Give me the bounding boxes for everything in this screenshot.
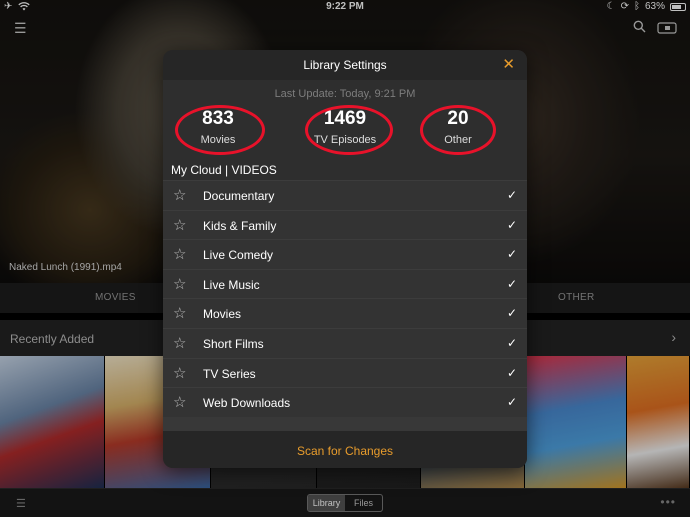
folder-label: Movies bbox=[203, 307, 242, 322]
folder-row[interactable]: ☆ Live Music ✓ bbox=[163, 268, 527, 299]
modal-header: Library Settings ✕ bbox=[163, 50, 527, 80]
folder-row[interactable]: ☆ Kids & Family ✓ bbox=[163, 209, 527, 240]
folder-label: Short Films bbox=[203, 336, 264, 351]
last-update-text: Last Update: Today, 9:21 PM bbox=[274, 88, 416, 100]
folder-label: Live Comedy bbox=[203, 248, 274, 263]
scan-for-changes-button[interactable]: Scan for Changes bbox=[163, 431, 527, 468]
highlight-ring bbox=[420, 105, 496, 155]
star-outline-icon[interactable]: ☆ bbox=[173, 216, 186, 234]
checkmark-icon: ✓ bbox=[506, 276, 517, 291]
checkmark-icon: ✓ bbox=[506, 217, 517, 232]
modal-title: Library Settings bbox=[303, 58, 387, 72]
star-outline-icon[interactable]: ☆ bbox=[173, 364, 186, 382]
star-outline-icon[interactable]: ☆ bbox=[173, 245, 186, 263]
folder-label: TV Series bbox=[203, 366, 256, 381]
checkmark-icon: ✓ bbox=[506, 335, 517, 350]
star-outline-icon[interactable]: ☆ bbox=[173, 393, 186, 411]
folder-row[interactable]: ☆ TV Series ✓ bbox=[163, 357, 527, 388]
checkmark-icon: ✓ bbox=[506, 395, 517, 410]
star-outline-icon[interactable]: ☆ bbox=[173, 186, 186, 204]
checkmark-icon: ✓ bbox=[506, 365, 517, 380]
close-icon[interactable]: ✕ bbox=[502, 55, 515, 73]
checkmark-icon: ✓ bbox=[506, 188, 517, 202]
folder-label: Web Downloads bbox=[203, 396, 291, 411]
folder-label: Live Music bbox=[203, 277, 260, 292]
highlight-ring bbox=[175, 105, 265, 155]
folder-row[interactable]: ☆ Short Films ✓ bbox=[163, 327, 527, 358]
section-title: My Cloud | VIDEOS bbox=[171, 163, 277, 177]
folder-row[interactable]: ☆ Web Downloads ✓ bbox=[163, 387, 527, 417]
library-settings-modal: Library Settings ✕ Last Update: Today, 9… bbox=[163, 50, 527, 468]
folder-row[interactable]: ☆ Documentary ✓ bbox=[163, 180, 527, 210]
checkmark-icon: ✓ bbox=[506, 247, 517, 262]
list-footer-gap bbox=[163, 417, 527, 431]
star-outline-icon[interactable]: ☆ bbox=[173, 334, 186, 352]
folder-label: Documentary bbox=[203, 189, 275, 203]
star-outline-icon[interactable]: ☆ bbox=[173, 304, 186, 322]
checkmark-icon: ✓ bbox=[506, 306, 517, 321]
folder-list: ☆ Documentary ✓ ☆ Kids & Family ✓ ☆ Live… bbox=[163, 180, 527, 417]
star-outline-icon[interactable]: ☆ bbox=[173, 275, 186, 293]
folder-label: Kids & Family bbox=[203, 218, 277, 233]
folder-row[interactable]: ☆ Live Comedy ✓ bbox=[163, 239, 527, 269]
highlight-ring bbox=[305, 105, 393, 155]
scan-label: Scan for Changes bbox=[296, 444, 394, 458]
folder-row[interactable]: ☆ Movies ✓ bbox=[163, 298, 527, 328]
